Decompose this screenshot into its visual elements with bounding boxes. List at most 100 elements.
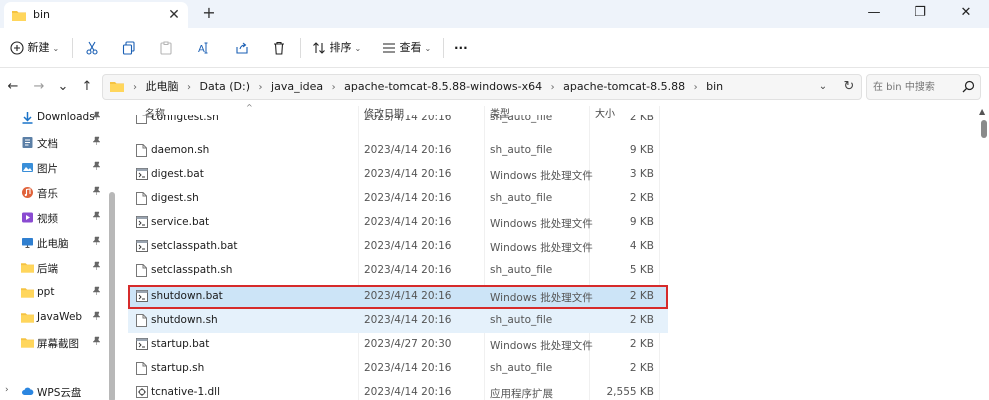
share-button[interactable] bbox=[235, 36, 249, 60]
view-button[interactable]: 查看 ⌄ bbox=[382, 36, 431, 60]
table-row[interactable]: digest.bat 2023/4/14 20:16 Windows 批处理文件… bbox=[128, 163, 668, 187]
recent-locations-button[interactable]: ⌄ bbox=[52, 76, 74, 98]
address-row: ← → ⌄ ↑ › 此电脑 › Data (D:) › java_idea › … bbox=[0, 68, 989, 106]
refresh-button[interactable]: ↻ bbox=[840, 75, 858, 99]
address-bar[interactable]: › 此电脑 › Data (D:) › java_idea › apache-t… bbox=[102, 74, 862, 100]
sidebar-item-videos[interactable]: 视频 bbox=[0, 206, 112, 230]
command-bar: 新建 ⌄ A 排序 ⌄ 查看 ⌄ ··· bbox=[0, 28, 989, 68]
sidebar-item-ppt[interactable]: ppt bbox=[0, 281, 112, 305]
pin-icon bbox=[92, 286, 101, 298]
sidebar-item-label: JavaWeb bbox=[37, 311, 83, 323]
table-row[interactable]: setclasspath.bat 2023/4/14 20:16 Windows… bbox=[128, 235, 668, 259]
sidebar-item-pictures[interactable]: 图片 bbox=[0, 156, 112, 180]
sidebar-item-backend[interactable]: 后端 bbox=[0, 256, 112, 280]
file-type: sh_auto_file bbox=[490, 362, 553, 374]
new-button-label: 新建 bbox=[27, 41, 50, 54]
cut-button[interactable] bbox=[85, 36, 99, 60]
video-icon bbox=[21, 211, 34, 224]
sort-button-label: 排序 bbox=[329, 41, 352, 54]
folder-icon bbox=[110, 80, 124, 95]
sidebar-item-wps-cloud[interactable]: › WPS云盘 bbox=[0, 380, 112, 400]
sort-icon bbox=[313, 42, 325, 54]
paste-button[interactable] bbox=[159, 36, 173, 60]
sidebar-item-music[interactable]: 音乐 bbox=[0, 181, 112, 205]
file-size: 9 KB bbox=[629, 216, 654, 228]
back-button[interactable]: ← bbox=[2, 76, 24, 98]
file-type: sh_auto_file bbox=[490, 192, 553, 204]
table-row[interactable]: configtest.sh 2023/4/14 20:16 sh_auto_fi… bbox=[128, 115, 668, 130]
search-input[interactable] bbox=[873, 79, 959, 95]
breadcrumb: › 此电脑 › Data (D:) › java_idea › apache-t… bbox=[133, 80, 724, 93]
table-row[interactable]: startup.bat 2023/4/27 20:30 Windows 批处理文… bbox=[128, 333, 668, 357]
scroll-up-icon[interactable]: ▲ bbox=[979, 107, 985, 116]
folder-icon bbox=[21, 286, 34, 299]
breadcrumb-data-drive[interactable]: Data (D:) bbox=[200, 80, 251, 93]
sidebar-item-javaweb[interactable]: JavaWeb bbox=[0, 306, 112, 330]
table-row[interactable]: digest.sh 2023/4/14 20:16 sh_auto_file 2… bbox=[128, 187, 668, 211]
file-date: 2023/4/27 20:30 bbox=[364, 338, 452, 350]
sort-indicator-icon: ^ bbox=[246, 103, 253, 112]
file-list-scrollbar[interactable]: ▲ bbox=[977, 106, 989, 400]
table-row[interactable]: startup.sh 2023/4/14 20:16 sh_auto_file … bbox=[128, 357, 668, 381]
toolbar-divider bbox=[443, 38, 444, 58]
table-row[interactable]: shutdown.sh 2023/4/14 20:16 sh_auto_file… bbox=[128, 309, 668, 333]
file-size: 5 KB bbox=[629, 264, 654, 276]
breadcrumb-this-pc[interactable]: 此电脑 bbox=[146, 80, 179, 93]
table-row[interactable]: service.bat 2023/4/14 20:16 Windows 批处理文… bbox=[128, 211, 668, 235]
new-tab-button[interactable]: + bbox=[198, 3, 220, 25]
up-button[interactable]: ↑ bbox=[76, 76, 98, 98]
file-date: 2023/4/14 20:16 bbox=[364, 144, 452, 156]
file-name: daemon.sh bbox=[151, 144, 210, 156]
folder-icon bbox=[21, 336, 34, 349]
breadcrumb-tomcat-x64[interactable]: apache-tomcat-8.5.88-windows-x64 bbox=[344, 80, 542, 93]
sidebar-item-documents[interactable]: 文档 bbox=[0, 131, 112, 155]
breadcrumb-tomcat[interactable]: apache-tomcat-8.5.88 bbox=[563, 80, 685, 93]
file-icon bbox=[136, 264, 147, 280]
file-date: 2023/4/14 20:16 bbox=[364, 115, 452, 123]
dll-file-icon bbox=[136, 386, 148, 400]
copy-button[interactable] bbox=[122, 36, 136, 60]
more-options-button[interactable]: ··· bbox=[454, 36, 468, 60]
pin-icon bbox=[92, 111, 101, 123]
title-bar: bin ✕ + — ❐ ✕ bbox=[0, 0, 989, 28]
search-box[interactable] bbox=[866, 74, 981, 100]
sidebar-item-screenshots[interactable]: 屏幕截图 bbox=[0, 331, 112, 355]
breadcrumb-java-idea[interactable]: java_idea bbox=[271, 80, 323, 93]
delete-button[interactable] bbox=[272, 36, 286, 60]
toolbar-divider bbox=[72, 38, 73, 58]
forward-button[interactable]: → bbox=[28, 76, 50, 98]
rename-icon: A bbox=[198, 42, 208, 55]
file-icon bbox=[136, 115, 147, 127]
file-name: startup.sh bbox=[151, 362, 205, 374]
cloud-icon bbox=[21, 385, 34, 398]
pin-icon bbox=[92, 236, 101, 248]
chevron-right-icon[interactable]: › bbox=[5, 385, 9, 395]
file-size: 4 KB bbox=[629, 240, 654, 252]
file-list: ^ 名称 修改日期 类型 大小 configtest.sh 2023/4/14 … bbox=[118, 103, 989, 400]
scrollbar-thumb[interactable] bbox=[981, 120, 987, 138]
sidebar-scrollbar[interactable] bbox=[109, 192, 115, 400]
scissors-icon bbox=[86, 41, 98, 55]
tab-close-button[interactable]: ✕ bbox=[164, 5, 184, 25]
file-name: digest.bat bbox=[151, 168, 204, 180]
sidebar-item-downloads[interactable]: Downloads bbox=[0, 106, 112, 130]
file-date: 2023/4/14 20:16 bbox=[364, 216, 452, 228]
minimize-button[interactable]: — bbox=[851, 0, 897, 28]
pin-icon bbox=[92, 211, 101, 223]
address-dropdown-button[interactable]: ⌄ bbox=[815, 75, 831, 99]
folder-icon bbox=[21, 261, 34, 274]
new-button[interactable]: 新建 ⌄ bbox=[10, 36, 59, 60]
sidebar-item-label: Downloads bbox=[37, 111, 95, 123]
sort-button[interactable]: 排序 ⌄ bbox=[312, 36, 361, 60]
table-row[interactable]: tcnative-1.dll 2023/4/14 20:16 应用程序扩展 2,… bbox=[128, 381, 668, 400]
rename-button[interactable]: A bbox=[197, 36, 211, 60]
breadcrumb-bin[interactable]: bin bbox=[706, 80, 723, 93]
file-type: sh_auto_file bbox=[490, 115, 553, 123]
close-window-button[interactable]: ✕ bbox=[943, 0, 989, 28]
tab-bin[interactable]: bin ✕ bbox=[4, 2, 188, 28]
table-row[interactable]: daemon.sh 2023/4/14 20:16 sh_auto_file 9… bbox=[128, 139, 668, 163]
table-row[interactable]: setclasspath.sh 2023/4/14 20:16 sh_auto_… bbox=[128, 259, 668, 283]
maximize-button[interactable]: ❐ bbox=[897, 0, 943, 28]
pin-icon bbox=[92, 311, 101, 323]
sidebar-item-this-pc[interactable]: 此电脑 bbox=[0, 231, 112, 255]
